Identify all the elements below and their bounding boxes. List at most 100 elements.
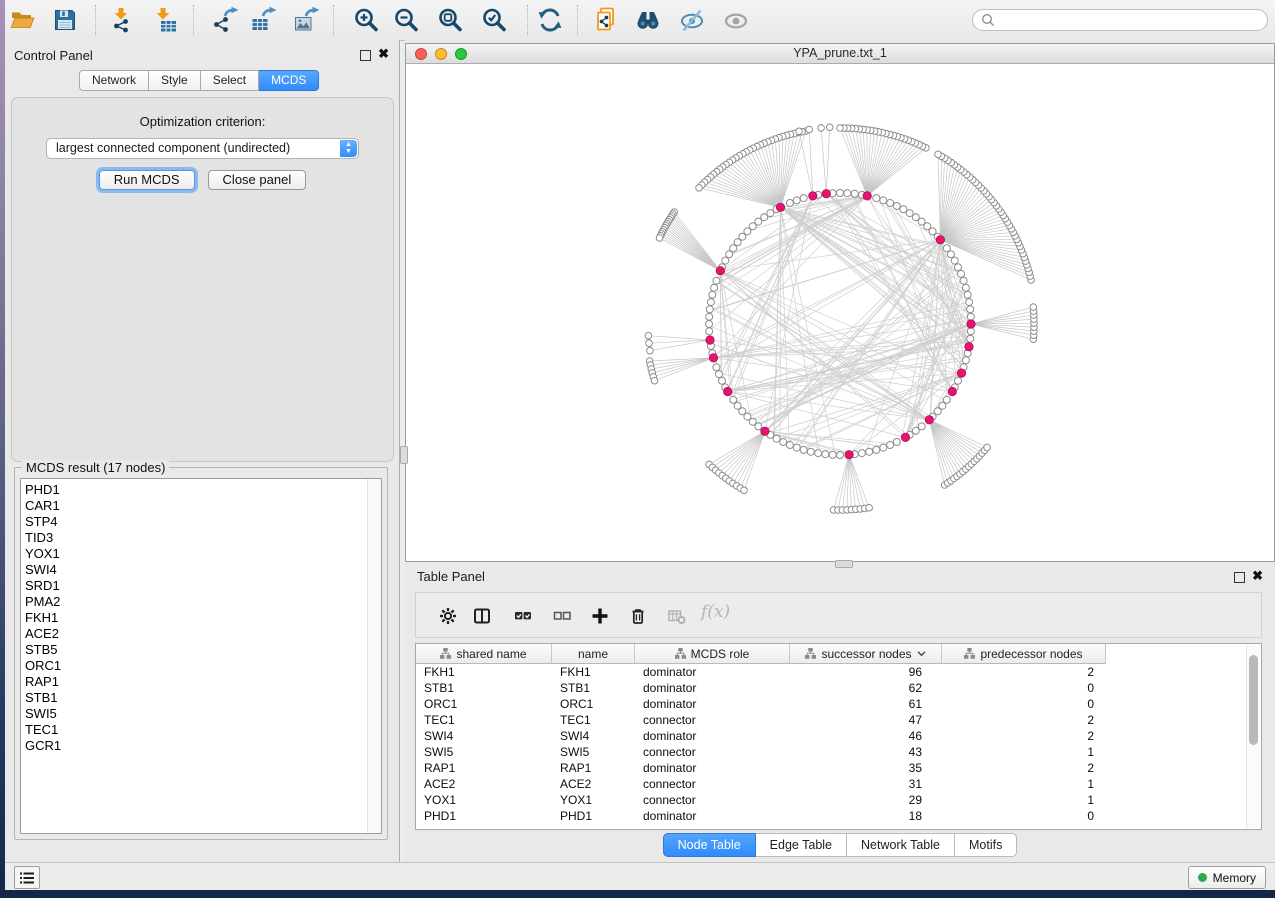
zoom-selected-icon[interactable] <box>480 6 508 34</box>
table-options-gear-icon[interactable] <box>439 607 457 625</box>
result-list-scrollbar[interactable] <box>367 479 381 833</box>
network-window-titlebar[interactable]: YPA_prune.txt_1 <box>406 44 1274 64</box>
tab-edge-table[interactable]: Edge Table <box>756 833 847 857</box>
network-nodes[interactable] <box>645 124 1037 513</box>
mcds-result-item[interactable]: SWI5 <box>21 706 381 722</box>
float-panel-icon[interactable] <box>360 48 371 66</box>
column-header-MCDS-role[interactable]: MCDS role <box>635 644 790 664</box>
tab-mcds[interactable]: MCDS <box>259 70 319 91</box>
table-row[interactable]: TEC1TEC1connector472 <box>416 712 1261 728</box>
import-network-icon[interactable] <box>108 6 136 34</box>
table-cell: dominator <box>635 728 790 744</box>
mcds-result-item[interactable]: TID3 <box>21 530 381 546</box>
mcds-result-item[interactable]: PHD1 <box>21 482 381 498</box>
mcds-result-item[interactable]: YOX1 <box>21 546 381 562</box>
tab-node-table[interactable]: Node Table <box>663 833 756 857</box>
delete-columns-trash-icon[interactable] <box>629 607 647 625</box>
table-row[interactable]: YOX1YOX1connector291 <box>416 792 1261 808</box>
zoom-out-icon[interactable] <box>392 6 420 34</box>
table-cell: RAP1 <box>552 760 635 776</box>
table-cell: connector <box>635 744 790 760</box>
hide-selected-eye-slash-icon[interactable] <box>678 6 706 34</box>
tab-network[interactable]: Network <box>79 70 149 91</box>
mcds-result-item[interactable]: ORC1 <box>21 658 381 674</box>
deselect-all-rows-icon[interactable] <box>553 607 571 625</box>
search-input[interactable] <box>1000 12 1259 28</box>
zoom-in-icon[interactable] <box>352 6 380 34</box>
mcds-result-item[interactable]: CAR1 <box>21 498 381 514</box>
mcds-result-item[interactable]: FKH1 <box>21 610 381 626</box>
network-canvas[interactable] <box>406 64 1274 561</box>
table-scrollbar[interactable] <box>1246 645 1260 828</box>
column-header-label: predecessor nodes <box>980 647 1082 661</box>
export-network-icon[interactable] <box>211 6 239 34</box>
new-network-from-selection-icon[interactable] <box>592 6 620 34</box>
memory-button[interactable]: Memory <box>1188 866 1266 889</box>
tab-network-table[interactable]: Network Table <box>847 833 955 857</box>
close-panel-button[interactable]: Close panel <box>208 170 307 190</box>
show-all-eye-icon[interactable] <box>722 6 750 34</box>
open-file-icon[interactable] <box>9 6 37 34</box>
table-row[interactable]: PHD1PHD1dominator180 <box>416 808 1261 824</box>
task-history-list-button[interactable] <box>14 866 40 889</box>
optimization-criterion-select[interactable]: largest connected component (undirected)… <box>46 138 359 159</box>
toolbar-separator <box>95 5 96 35</box>
mcds-result-item[interactable]: SRD1 <box>21 578 381 594</box>
table-cell: 1 <box>942 776 1106 792</box>
mcds-result-item[interactable]: RAP1 <box>21 674 381 690</box>
mcds-result-item[interactable]: GCR1 <box>21 738 381 754</box>
select-all-rows-icon[interactable] <box>514 607 532 625</box>
column-type-icon <box>805 648 816 659</box>
mcds-result-item[interactable]: STB5 <box>21 642 381 658</box>
float-panel-icon[interactable] <box>1234 570 1245 588</box>
table-cell: 2 <box>942 760 1106 776</box>
close-panel-icon[interactable]: ✖ <box>1252 570 1263 588</box>
table-row[interactable]: STB1STB1dominator620 <box>416 680 1261 696</box>
close-panel-icon[interactable]: ✖ <box>378 48 389 66</box>
table-row[interactable]: FKH1FKH1dominator962 <box>416 664 1261 680</box>
table-row[interactable]: ORC1ORC1dominator610 <box>416 696 1261 712</box>
first-neighbors-binoculars-icon[interactable] <box>634 6 662 34</box>
add-column-icon[interactable] <box>591 607 609 625</box>
mcds-result-item[interactable]: STB1 <box>21 690 381 706</box>
table-cell: STB1 <box>416 680 552 696</box>
table-row[interactable]: ACE2ACE2connector311 <box>416 776 1261 792</box>
mcds-result-item[interactable]: SWI4 <box>21 562 381 578</box>
mcds-result-list[interactable]: PHD1CAR1STP4TID3YOX1SWI4SRD1PMA2FKH1ACE2… <box>20 478 382 834</box>
node-table-body: FKH1FKH1dominator962STB1STB1dominator620… <box>416 664 1261 824</box>
tab-style[interactable]: Style <box>149 70 201 91</box>
export-image-icon[interactable] <box>292 6 320 34</box>
show-columns-icon[interactable] <box>473 607 491 625</box>
column-header-label: name <box>578 647 608 661</box>
search-box[interactable] <box>972 9 1268 31</box>
mcds-result-item[interactable]: PMA2 <box>21 594 381 610</box>
table-row[interactable]: SWI5SWI5connector431 <box>416 744 1261 760</box>
column-header-label: shared name <box>456 647 526 661</box>
refresh-view-icon[interactable] <box>536 6 564 34</box>
tab-motifs[interactable]: Motifs <box>955 833 1017 857</box>
table-row[interactable]: SWI4SWI4dominator462 <box>416 728 1261 744</box>
column-header-name[interactable]: name <box>552 644 635 664</box>
table-cell: 2 <box>942 728 1106 744</box>
save-session-icon[interactable] <box>51 6 79 34</box>
table-cell: 29 <box>790 792 942 808</box>
column-header-successor-nodes[interactable]: successor nodes <box>790 644 942 664</box>
zoom-fit-icon[interactable] <box>436 6 464 34</box>
table-cell: SWI4 <box>416 728 552 744</box>
table-cell: TEC1 <box>552 712 635 728</box>
mcds-result-item[interactable]: ACE2 <box>21 626 381 642</box>
tab-select[interactable]: Select <box>201 70 259 91</box>
table-scrollbar-thumb[interactable] <box>1249 655 1258 745</box>
mcds-result-item[interactable]: STP4 <box>21 514 381 530</box>
horizontal-splitter-handle[interactable] <box>835 560 853 568</box>
network-window-title: YPA_prune.txt_1 <box>406 46 1274 60</box>
vertical-splitter-handle[interactable] <box>400 446 408 464</box>
column-header-predecessor-nodes[interactable]: predecessor nodes <box>942 644 1106 664</box>
run-mcds-button[interactable]: Run MCDS <box>99 170 195 190</box>
column-header-shared-name[interactable]: shared name <box>416 644 552 664</box>
table-row[interactable]: RAP1RAP1dominator352 <box>416 760 1261 776</box>
mcds-result-item[interactable]: TEC1 <box>21 722 381 738</box>
import-table-icon[interactable] <box>152 6 180 34</box>
table-cell: 43 <box>790 744 942 760</box>
export-table-icon[interactable] <box>249 6 277 34</box>
